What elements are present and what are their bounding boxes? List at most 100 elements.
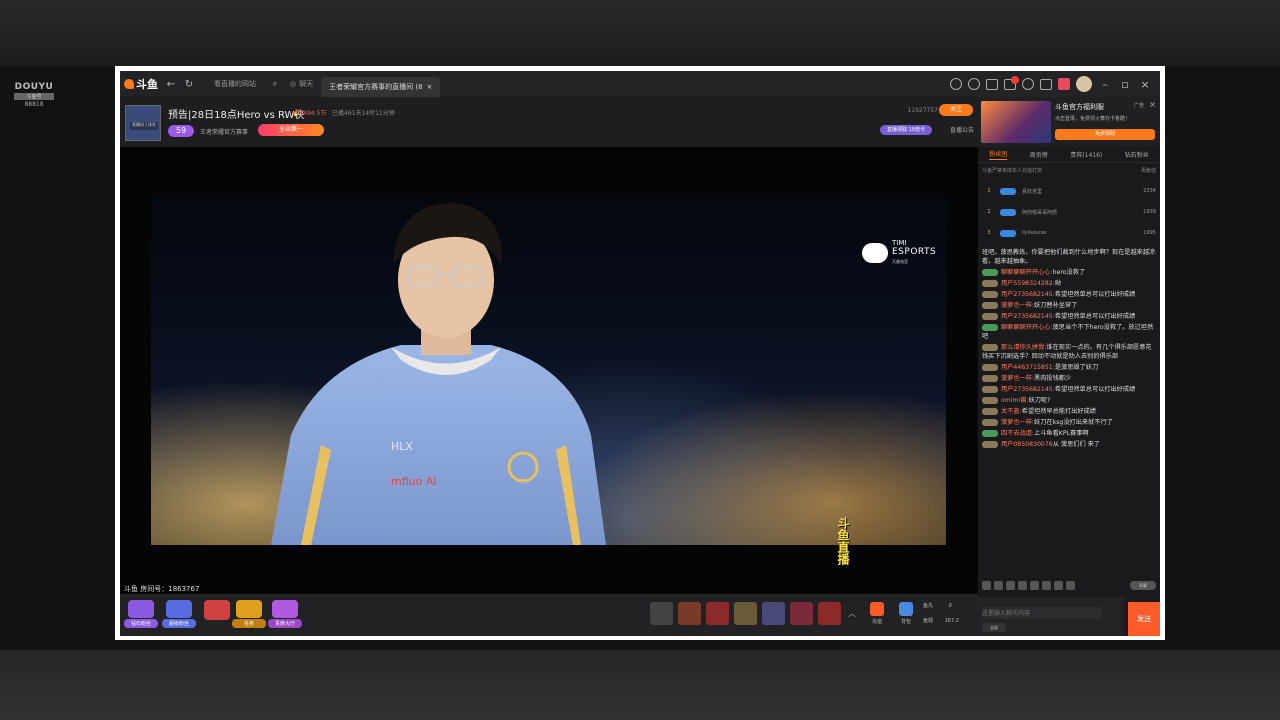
gift-box-icon[interactable]: [1058, 78, 1070, 90]
fish-logo-icon: [124, 79, 134, 89]
chat-text: 上斗鱼看KPL赛事啊: [1034, 430, 1089, 437]
red-packet-button[interactable]: [200, 600, 234, 632]
red-packet-icon: [204, 600, 230, 620]
chat-text: hero没救了: [1052, 269, 1086, 276]
chat-tab-icon: ◎: [290, 80, 297, 88]
fan-icon[interactable]: [994, 580, 1003, 590]
chat-message: 菠萝也一样:妖刀替补坐穿了: [982, 301, 1156, 310]
chat-user[interactable]: 用户2735682145:: [1001, 386, 1055, 393]
color-icon[interactable]: [1042, 580, 1051, 590]
trash-icon[interactable]: [1066, 580, 1075, 590]
task-button[interactable]: 任务: [232, 600, 266, 632]
fan-rank-button[interactable]: 全站第一: [258, 124, 324, 136]
close-icon[interactable]: ×: [1138, 78, 1152, 91]
noble-hall-icon: [272, 600, 298, 618]
chat-user[interactable]: 用户2735682145:: [1001, 313, 1055, 320]
ad-close-icon[interactable]: ×: [1149, 100, 1156, 109]
room-avatar[interactable]: 直播间 | 排名: [125, 105, 161, 141]
chat-user[interactable]: 那么请你久拼我:: [1001, 344, 1046, 351]
task-icon[interactable]: [986, 78, 998, 90]
refresh-icon[interactable]: ↻: [182, 79, 196, 90]
chat-list[interactable]: 班吧。菠思教练，你要把他们裁到什么地步啊？现在是越来越凉看，越来越抽象。 聊聊聊…: [978, 244, 1160, 574]
room-number-value: 1863767: [168, 585, 200, 593]
rank-row[interactable]: 1 喜欢克里 2334: [978, 181, 1160, 201]
chat-input[interactable]: [982, 607, 1102, 619]
rank-row[interactable]: 2 阿你啦哥哥阿怒 1939: [978, 202, 1160, 222]
chat-user[interactable]: 用户0850830076: [1001, 441, 1053, 448]
message-icon[interactable]: [1004, 75, 1019, 90]
svg-text:HLX: HLX: [391, 440, 413, 453]
tab-close-icon[interactable]: ×: [427, 83, 433, 91]
noble-hall-button[interactable]: 贵族大厅: [268, 600, 302, 632]
castle-gift-icon[interactable]: [762, 602, 785, 625]
user-badge: [982, 374, 998, 382]
star-gift-icon[interactable]: [818, 602, 841, 625]
room-number-label: 斗鱼 房间号：: [124, 585, 169, 593]
page-backdrop-top: [0, 0, 1280, 66]
minimize-icon[interactable]: –: [1098, 78, 1112, 91]
chat-user[interactable]: omimi酱:: [1001, 397, 1029, 404]
notice-link[interactable]: 直播公告: [950, 125, 974, 134]
douyu-logo[interactable]: 斗鱼: [124, 76, 160, 92]
chat-user[interactable]: 聊聊聊聊开开心心:: [1001, 324, 1053, 331]
tab-vip[interactable]: 贵宾(1416): [1070, 150, 1102, 159]
chat-user[interactable]: 菠萝也一样:: [1001, 375, 1034, 382]
chat-message: omimi酱:妖刀呢?: [982, 396, 1156, 405]
chat-filter-button[interactable]: 全部: [982, 623, 1006, 632]
lock-icon[interactable]: [1030, 580, 1039, 590]
search-icon[interactable]: ⌕: [268, 79, 282, 89]
send-button[interactable]: 发送: [1128, 602, 1160, 636]
rocket-gift-icon[interactable]: [678, 602, 701, 625]
download-icon[interactable]: [1040, 78, 1052, 90]
chat-user[interactable]: 用户4463715851:: [1001, 364, 1055, 371]
shield-icon[interactable]: [1018, 580, 1027, 590]
tab-site[interactable]: 看直播的网站: [206, 74, 264, 94]
restore-icon[interactable]: ▫: [1118, 78, 1132, 91]
tab-diamond-fans[interactable]: 钻石粉丝: [1125, 150, 1149, 159]
follower-count: 11927757: [907, 107, 938, 114]
diamond-fans-button[interactable]: 钻石粉丝: [124, 600, 158, 632]
hammer-gift-icon[interactable]: [650, 602, 673, 625]
tab-weekly-rank[interactable]: 周贡榜: [1030, 150, 1048, 159]
anchor-level-badge: 59: [168, 125, 194, 137]
crown-gift-icon[interactable]: [734, 602, 757, 625]
diamond-fans-label: 钻石粉丝: [124, 619, 158, 628]
backpack-button[interactable]: 背包: [895, 602, 917, 625]
chat-user[interactable]: 菠萝也一样:: [1001, 302, 1034, 309]
card-icon[interactable]: [1054, 580, 1063, 590]
rank-row[interactable]: 3 liyilelucas 1995: [978, 223, 1160, 243]
user-avatar[interactable]: [1076, 76, 1092, 92]
tab-live-room[interactable]: 王者荣耀官方赛事的直播间 (8 ×: [321, 77, 441, 97]
expand-gifts-icon[interactable]: ︿: [848, 608, 856, 619]
recharge-button[interactable]: 充值: [866, 602, 888, 625]
chat-user[interactable]: 四不去战虐:: [1001, 430, 1034, 437]
promo-badge[interactable]: 直播领取 10倍卡: [880, 125, 932, 135]
fish-balls-row: 鱼丸 0: [923, 602, 959, 609]
emoji-icon[interactable]: [982, 580, 991, 590]
follow-button[interactable]: 关注: [939, 104, 973, 116]
watermark-sub: 斗鱼号: [14, 93, 54, 100]
video-player[interactable]: mfluo AI HLX TIMI ESPORTS 天美电竞 斗鱼直播 斗鱼 房…: [120, 147, 978, 594]
rank-value: 2334: [1143, 188, 1156, 194]
super-fans-button[interactable]: 超级粉丝: [162, 600, 196, 632]
anchor-name[interactable]: 王者荣耀官方赛事: [200, 127, 248, 136]
tab-chat[interactable]: ◎ 聊天: [282, 74, 321, 94]
chat-user[interactable]: 用户5598324282:: [1001, 280, 1055, 287]
ad-claim-button[interactable]: 免费领取: [1055, 129, 1155, 140]
chat-user[interactable]: 菠萝也一样:: [1001, 419, 1034, 426]
rank-name: 阿你啦哥哥阿怒: [1022, 209, 1058, 216]
plane-gift-icon[interactable]: [706, 602, 729, 625]
chat-user[interactable]: 太不盖:: [1001, 408, 1022, 415]
car-gift-icon[interactable]: [790, 602, 813, 625]
tab-fan-group[interactable]: 粉丝团: [989, 149, 1008, 160]
settings-icon[interactable]: [1022, 78, 1034, 90]
chat-user[interactable]: 聊聊聊聊开开心心:: [1001, 269, 1053, 276]
chat-message: 太不盖:希望坦然早总能打出好成绩: [982, 407, 1156, 416]
crown-icon[interactable]: [1006, 580, 1015, 590]
back-arrow-icon[interactable]: ←: [164, 79, 178, 90]
ad-banner[interactable]: 斗鱼官方福利服 点击登录，免费领火舞办卡鲁酷！ 广告 × 免费领取: [978, 97, 1160, 147]
barrage-toggle[interactable]: 开屏: [1130, 580, 1156, 590]
history-icon[interactable]: [950, 78, 962, 90]
chat-user[interactable]: 用户2735682145:: [1001, 291, 1055, 298]
heart-icon[interactable]: [968, 78, 980, 90]
